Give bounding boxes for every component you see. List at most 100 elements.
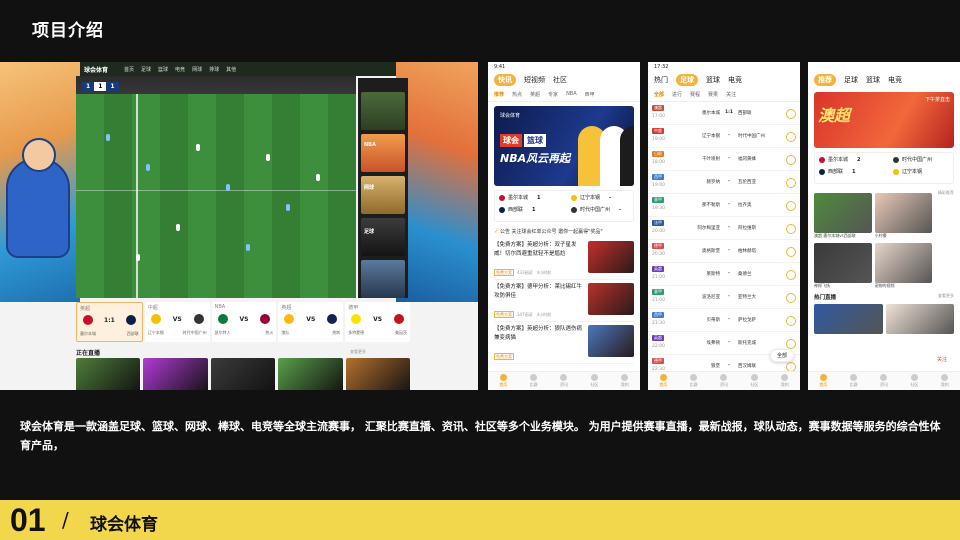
tab-item[interactable]: 全部 xyxy=(654,91,664,98)
tab-item[interactable]: 推荐 xyxy=(814,74,836,86)
news-item[interactable]: 【免费方案】英超分析：狼队遇伤病兼变病猫 免费方案 xyxy=(494,325,634,364)
news-item[interactable]: 【免费方案】英超分析：双子星发威！切尔西避重就轻不是尴尬 免费方案 433阅读 4小时… xyxy=(494,241,634,280)
tab-item[interactable]: 西甲 xyxy=(585,91,595,98)
tabbar-item[interactable]: 首页 xyxy=(659,374,667,388)
star-icon[interactable] xyxy=(786,339,796,349)
schedule-row[interactable]: 西甲 19:00 赫罗纳 - 瓦伦西亚 xyxy=(648,171,800,194)
tabbar-item[interactable]: 比赛 xyxy=(530,374,538,388)
video-thumbnail[interactable] xyxy=(814,193,872,233)
star-icon[interactable] xyxy=(786,109,796,119)
tab-item[interactable]: 热点 xyxy=(512,91,522,98)
star-icon[interactable] xyxy=(786,201,796,211)
nba-banner[interactable]: 球会体育 球会 篮球 NBA风云再起 xyxy=(494,106,634,186)
match-card[interactable]: 英超 1:1 墨尔本城 西部联 xyxy=(76,302,143,342)
video-thumbnail[interactable] xyxy=(814,304,883,334)
video-thumbnail[interactable] xyxy=(874,193,932,233)
nav-item[interactable]: 电竞 xyxy=(175,66,185,73)
announcement[interactable]: ✓ 公告 关注球会红单公众号 邀你一起赢得"奖品" xyxy=(488,225,640,238)
tabbar-item[interactable]: 资讯 xyxy=(880,374,888,388)
live-thumbnail[interactable] xyxy=(345,358,410,390)
match-card[interactable]: 英超 VS 狼队 热刺 xyxy=(278,302,344,342)
live-thumbnail[interactable] xyxy=(143,358,208,390)
related-stream-card[interactable] xyxy=(361,218,405,256)
tab-item[interactable]: 电竞 xyxy=(728,75,742,85)
tabbar-item[interactable]: 比赛 xyxy=(690,374,698,388)
live-item[interactable]: CBA 广东vs新疆 xyxy=(143,358,208,390)
tab-item[interactable]: 短视频 xyxy=(524,75,545,85)
schedule-row[interactable]: 日职 18:00 干叶喷射 - 福冈黄蜂 xyxy=(648,148,800,171)
star-icon[interactable] xyxy=(786,270,796,280)
nav-item[interactable]: 网球 xyxy=(192,66,202,73)
video-banner[interactable]: 澳超 下午茶直击 xyxy=(814,92,954,148)
video-player[interactable]: 1 1 1 xyxy=(76,76,356,298)
star-icon[interactable] xyxy=(786,155,796,165)
tab-item[interactable]: 篮球 xyxy=(706,75,720,85)
schedule-row[interactable]: 西甲 21:30 贝蒂斯 - 萨拉戈萨 xyxy=(648,309,800,332)
match-card[interactable]: NBA VS 凯尔特人 热火 xyxy=(211,302,277,342)
live-score-card[interactable]: 墨尔本城 1 西部联 1 辽宁本钢 - 时代中国广州 - xyxy=(494,190,634,222)
star-icon[interactable] xyxy=(786,316,796,326)
tab-item[interactable]: 社区 xyxy=(553,75,567,85)
tab-item[interactable]: 关注 xyxy=(726,91,736,98)
hot-live-more-link[interactable]: 查看更多 xyxy=(938,293,954,299)
related-stream-card[interactable] xyxy=(361,260,405,298)
follow-button[interactable]: 关注 xyxy=(931,355,952,364)
schedule-row[interactable]: 法甲 20:00 阿尔梅里亚 - 阿拉维斯 xyxy=(648,217,800,240)
tab-item[interactable]: 赛程 xyxy=(690,91,700,98)
live-item[interactable]: 中超 泰山vs海港 xyxy=(278,358,343,390)
video-item[interactable]: 宠物的视频 xyxy=(874,243,932,290)
video-thumbnail[interactable] xyxy=(885,304,954,334)
nav-item[interactable]: 足球 xyxy=(141,66,151,73)
tab-item[interactable]: 推荐 xyxy=(494,91,504,98)
nav-item[interactable]: 篮球 xyxy=(158,66,168,73)
star-icon[interactable] xyxy=(786,293,796,303)
tabbar-item[interactable]: 我的 xyxy=(621,374,629,388)
star-icon[interactable] xyxy=(786,132,796,142)
schedule-row[interactable]: 英超 21:00 莱斯特 - 桑德兰 xyxy=(648,263,800,286)
star-icon[interactable] xyxy=(786,224,796,234)
live-item[interactable]: NBA 勇士vs湖人 xyxy=(210,358,276,390)
live-thumbnail[interactable] xyxy=(210,358,276,390)
related-stream-card[interactable] xyxy=(361,176,405,214)
video-thumbnail[interactable] xyxy=(814,243,872,283)
nav-item[interactable]: 首页 xyxy=(124,66,134,73)
filter-all-button[interactable]: 全部 xyxy=(769,349,794,362)
tabbar-item[interactable]: 首页 xyxy=(499,374,507,388)
tab-item[interactable]: 电竞 xyxy=(888,75,902,85)
tabbar-item[interactable]: 首页 xyxy=(819,374,827,388)
star-icon[interactable] xyxy=(786,247,796,257)
match-card[interactable]: 中超 VS 辽宁本钢 时代中国广州 xyxy=(144,302,210,342)
live-more-link[interactable]: 查看更多 xyxy=(350,349,366,355)
star-icon[interactable] xyxy=(786,178,796,188)
related-stream-card[interactable] xyxy=(361,134,405,172)
schedule-row[interactable]: 澳超 17:00 墨尔本城 1:1 西部联 xyxy=(648,102,800,125)
tab-item[interactable]: 快讯 xyxy=(494,74,516,86)
video-thumbnail[interactable] xyxy=(874,243,932,283)
related-stream-card[interactable] xyxy=(361,92,405,130)
live-thumbnail[interactable] xyxy=(278,358,343,390)
tab-item[interactable]: 足球 xyxy=(844,75,858,85)
video-item[interactable]: 小柠檬 xyxy=(874,193,932,240)
desktop-logo[interactable]: 球会体育 xyxy=(84,65,108,74)
tab-item[interactable]: 篮球 xyxy=(866,75,880,85)
tabbar-item[interactable]: 社区 xyxy=(910,374,918,388)
nav-item[interactable]: 其他 xyxy=(226,66,236,73)
nav-item[interactable]: 排球 xyxy=(209,66,219,73)
schedule-row[interactable]: 意甲 19:30 那不勒斯 - 拉齐奥 xyxy=(648,194,800,217)
tabbar-item[interactable]: 资讯 xyxy=(560,374,568,388)
tab-item[interactable]: 足球 xyxy=(676,74,698,86)
video-item[interactable]: 神探飞扬 xyxy=(814,243,872,290)
video-item[interactable]: 澳超 墨尔本城vs西部联 xyxy=(814,193,872,240)
tab-item[interactable]: 赛果 xyxy=(708,91,718,98)
video-item[interactable] xyxy=(885,304,954,334)
tabbar-item[interactable]: 社区 xyxy=(750,374,758,388)
tab-item[interactable]: 进行 xyxy=(672,91,682,98)
live-item[interactable]: 澳超 墨尔本城vs西部联 xyxy=(76,358,141,390)
match-card[interactable]: 德甲 VS 多特蒙德 美因茨 xyxy=(345,302,410,342)
video-item[interactable] xyxy=(814,304,883,334)
live-score-card[interactable]: 墨尔本城 2 西部联 1 时代中国广州 辽宁本钢 xyxy=(814,152,954,184)
tabbar-item[interactable]: 社区 xyxy=(590,374,598,388)
live-thumbnail[interactable] xyxy=(76,358,141,390)
schedule-row[interactable]: 中超 19:00 辽宁本钢 - 时代中国广州 xyxy=(648,125,800,148)
tab-item[interactable]: 专家 xyxy=(548,91,558,98)
